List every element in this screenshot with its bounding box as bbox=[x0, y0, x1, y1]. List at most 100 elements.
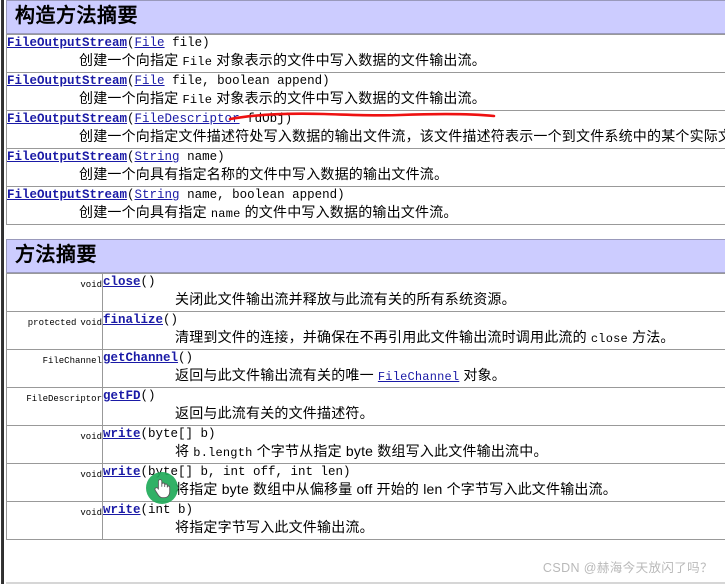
constructor-summary-section: 构造方法摘要 FileOutputStream(File file) 创建一个向… bbox=[6, 0, 725, 225]
constructor-link[interactable]: FileOutputStream bbox=[7, 112, 127, 126]
desc-pre: 创建一个向具有指定名称的文件中写入数据的输出文件流。 bbox=[79, 166, 449, 182]
param-type-link[interactable]: String bbox=[135, 150, 180, 164]
method-link[interactable]: write bbox=[103, 503, 141, 517]
method-description: 将指定字节写入此文件输出流。 bbox=[103, 518, 725, 539]
method-return-type: void bbox=[80, 318, 102, 328]
method-return-type-link[interactable]: FileChannel bbox=[43, 356, 102, 366]
method-params: () bbox=[140, 389, 156, 403]
param-type-link[interactable]: String bbox=[135, 188, 180, 202]
signature-params: name, boolean append) bbox=[179, 188, 345, 202]
constructor-cell: FileOutputStream(File file) 创建一个向指定 File… bbox=[6, 34, 725, 73]
desc-post: 的文件中写入数据的输出文件流。 bbox=[240, 204, 458, 220]
desc-post: 方法。 bbox=[627, 329, 675, 345]
constructor-cell: FileOutputStream(File file, boolean appe… bbox=[6, 72, 725, 111]
desc-mono: close bbox=[590, 332, 628, 346]
signature-open: ( bbox=[127, 36, 135, 50]
method-description: 将 b.length 个字节从指定 byte 数组写入此文件输出流中。 bbox=[103, 442, 725, 463]
constructor-signature: FileOutputStream(File file) bbox=[7, 35, 725, 51]
method-detail-cell: write(byte[] b) 将 b.length 个字节从指定 byte 数… bbox=[102, 425, 725, 464]
constructor-link[interactable]: FileOutputStream bbox=[7, 188, 127, 202]
constructor-signature: FileOutputStream(String name, boolean ap… bbox=[7, 187, 725, 203]
desc-pre: 关闭此文件输出流并释放与此流有关的所有系统资源。 bbox=[175, 291, 516, 307]
method-signature: write(int b) bbox=[103, 502, 725, 518]
method-return-type-cell: void bbox=[6, 463, 103, 502]
table-row: FileDescriptor getFD() 返回与此流有关的文件描述符。 bbox=[6, 387, 725, 426]
signature-params: name) bbox=[179, 150, 225, 164]
signature-params: file, boolean append) bbox=[164, 74, 330, 88]
method-detail-cell: write(byte[] b, int off, int len) 将指定 by… bbox=[102, 463, 725, 502]
constructor-signature: FileOutputStream(FileDescriptor fdObj) bbox=[7, 111, 725, 127]
signature-open: ( bbox=[127, 150, 135, 164]
constructor-signature: FileOutputStream(File file, boolean appe… bbox=[7, 73, 725, 89]
method-return-type-link[interactable]: FileDescriptor bbox=[26, 394, 101, 404]
method-signature: close() bbox=[103, 274, 725, 290]
constructor-summary-banner: 构造方法摘要 bbox=[6, 0, 725, 34]
constructor-description: 创建一个向指定 File 对象表示的文件中写入数据的文件输出流。 bbox=[7, 51, 725, 72]
desc-pre: 创建一个向指定文件描述符处写入数据的输出文件流，该文件描述符表示一个到文件系统中… bbox=[79, 128, 725, 144]
method-link[interactable]: close bbox=[103, 275, 141, 289]
table-row: FileChannel getChannel() 返回与此文件输出流有关的唯一 … bbox=[6, 349, 725, 388]
method-link[interactable]: getFD bbox=[103, 389, 141, 403]
table-row: protected void finalize() 清理到文件的连接，并确保在不… bbox=[6, 311, 725, 350]
method-detail-cell: close() 关闭此文件输出流并释放与此流有关的所有系统资源。 bbox=[102, 273, 725, 312]
desc-type-link[interactable]: FileChannel bbox=[378, 370, 459, 384]
method-return-type-cell: void bbox=[6, 273, 103, 312]
method-detail-cell: getFD() 返回与此流有关的文件描述符。 bbox=[102, 387, 725, 426]
constructor-summary-title: 构造方法摘要 bbox=[15, 5, 138, 27]
method-modifiers: protected bbox=[27, 318, 77, 328]
method-link[interactable]: finalize bbox=[103, 313, 163, 327]
param-type-link[interactable]: FileDescriptor bbox=[135, 112, 240, 126]
method-detail-cell: getChannel() 返回与此文件输出流有关的唯一 FileChannel … bbox=[102, 349, 725, 388]
desc-pre: 清理到文件的连接，并确保在不再引用此文件输出流时调用此流的 bbox=[175, 329, 591, 345]
method-params: () bbox=[178, 351, 194, 365]
param-type-link[interactable]: File bbox=[135, 36, 165, 50]
table-row: FileOutputStream(String name, boolean ap… bbox=[6, 186, 725, 225]
constructor-description: 创建一个向具有指定 name 的文件中写入数据的输出文件流。 bbox=[7, 203, 725, 224]
desc-pre: 创建一个向具有指定 bbox=[79, 204, 211, 220]
method-summary-title: 方法摘要 bbox=[15, 244, 97, 266]
javadoc-page: 构造方法摘要 FileOutputStream(File file) 创建一个向… bbox=[6, 0, 725, 584]
table-row: FileOutputStream(File file, boolean appe… bbox=[6, 72, 725, 111]
constructor-description: 创建一个向指定 File 对象表示的文件中写入数据的文件输出流。 bbox=[7, 89, 725, 110]
table-row: void write(int b) 将指定字节写入此文件输出流。 bbox=[6, 501, 725, 540]
method-link[interactable]: getChannel bbox=[103, 351, 178, 365]
method-summary-banner: 方法摘要 bbox=[6, 239, 725, 273]
table-row: void close() 关闭此文件输出流并释放与此流有关的所有系统资源。 bbox=[6, 273, 725, 312]
constructor-description: 创建一个向具有指定名称的文件中写入数据的输出文件流。 bbox=[7, 165, 725, 186]
table-row: FileOutputStream(File file) 创建一个向指定 File… bbox=[6, 34, 725, 73]
method-link[interactable]: write bbox=[103, 465, 141, 479]
method-description: 关闭此文件输出流并释放与此流有关的所有系统资源。 bbox=[103, 290, 725, 311]
signature-open: ( bbox=[127, 188, 135, 202]
table-row: FileOutputStream(String name) 创建一个向具有指定名… bbox=[6, 148, 725, 187]
desc-mono: File bbox=[182, 55, 213, 69]
desc-mono: File bbox=[182, 93, 213, 107]
constructor-link[interactable]: FileOutputStream bbox=[7, 36, 127, 50]
table-row: void write(byte[] b, int off, int len) 将… bbox=[6, 463, 725, 502]
method-signature: finalize() bbox=[103, 312, 725, 328]
method-return-type-cell: void bbox=[6, 425, 103, 464]
desc-pre: 返回与此流有关的文件描述符。 bbox=[175, 405, 374, 421]
window-left-scrollbar-edge[interactable] bbox=[0, 0, 6, 584]
constructor-signature: FileOutputStream(String name) bbox=[7, 149, 725, 165]
desc-mono: b.length bbox=[193, 446, 253, 460]
constructor-link[interactable]: FileOutputStream bbox=[7, 74, 127, 88]
table-row: FileOutputStream(FileDescriptor fdObj) 创… bbox=[6, 110, 725, 149]
constructor-link[interactable]: FileOutputStream bbox=[7, 150, 127, 164]
constructor-cell: FileOutputStream(FileDescriptor fdObj) 创… bbox=[6, 110, 725, 149]
method-summary-table: void close() 关闭此文件输出流并释放与此流有关的所有系统资源。 pr… bbox=[6, 273, 725, 540]
method-return-type: void bbox=[80, 470, 102, 480]
method-link[interactable]: write bbox=[103, 427, 141, 441]
desc-post: 个字节从指定 byte 数组写入此文件输出流中。 bbox=[252, 443, 548, 459]
csdn-watermark: CSDN @赫海今天放闪了吗？ bbox=[542, 561, 713, 575]
method-description: 将指定 byte 数组中从偏移量 off 开始的 len 个字节写入此文件输出流… bbox=[103, 480, 725, 501]
method-return-type-cell: protected void bbox=[6, 311, 103, 350]
desc-pre: 将指定字节写入此文件输出流。 bbox=[175, 519, 374, 535]
constructor-summary-table: FileOutputStream(File file) 创建一个向指定 File… bbox=[6, 34, 725, 225]
desc-pre: 返回与此文件输出流有关的唯一 bbox=[175, 367, 378, 383]
param-type-link[interactable]: File bbox=[135, 74, 165, 88]
signature-open: ( bbox=[127, 112, 135, 126]
method-return-type-cell: FileChannel bbox=[6, 349, 103, 388]
desc-pre: 将指定 byte 数组中从偏移量 off 开始的 len 个字节写入此文件输出流… bbox=[175, 481, 617, 497]
method-description: 返回与此文件输出流有关的唯一 FileChannel 对象。 bbox=[103, 366, 725, 387]
method-signature: write(byte[] b, int off, int len) bbox=[103, 464, 725, 480]
